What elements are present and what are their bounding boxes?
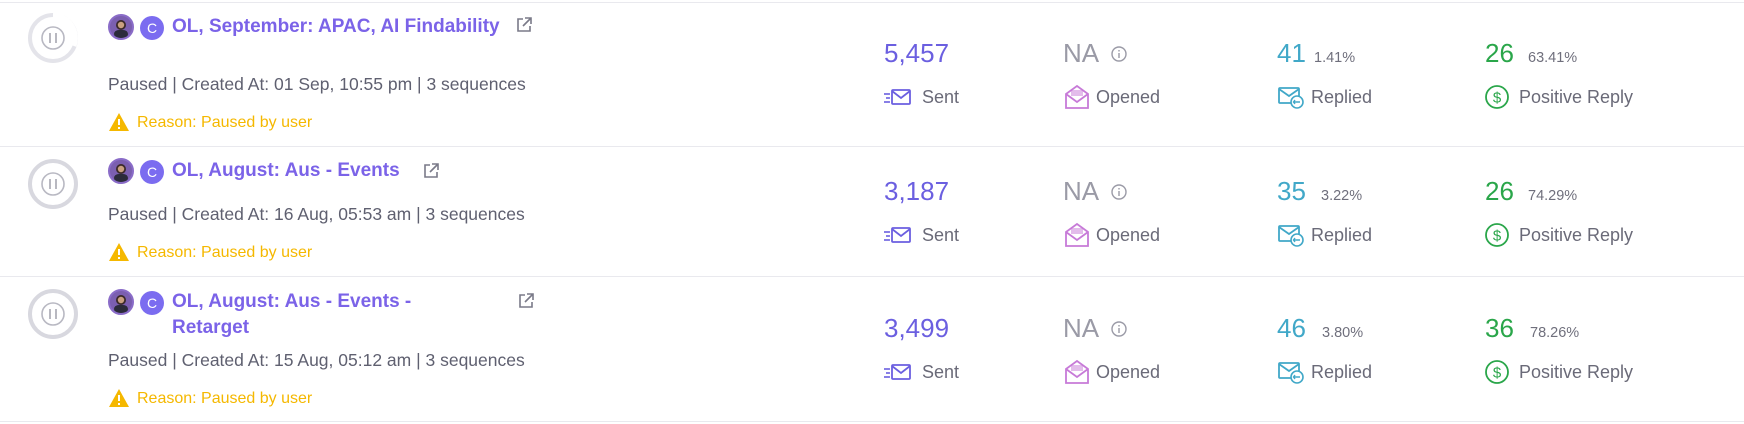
svg-text:$: $ [1493, 90, 1502, 107]
avatar [108, 158, 134, 184]
campaign-header: C OL, August: Aus - Events - Retarget [108, 289, 548, 341]
sent-label: Sent [922, 225, 960, 245]
warning-icon [109, 243, 129, 261]
replied-label: Replied [1311, 362, 1373, 382]
channel-badge: C [140, 160, 164, 184]
sent-icon [884, 364, 911, 380]
pause-reason-text: Reason: Paused by user [137, 390, 313, 407]
campaign-title[interactable]: OL, August: Aus - Events - Retarget [172, 289, 442, 341]
row-divider [0, 2, 1744, 3]
channel-badge: C [140, 291, 164, 315]
warning-icon [109, 389, 129, 407]
positive-percent: 74.29% [1528, 188, 1578, 204]
campaign-title[interactable]: OL, August: Aus - Events [172, 158, 400, 184]
row-divider [0, 146, 1744, 147]
replied-count: 35 [1277, 176, 1306, 206]
pause-reason-text: Reason: Paused by user [137, 114, 313, 131]
sent-icon [884, 89, 911, 105]
opened-count: NA [1063, 176, 1100, 206]
positive-count: 26 [1485, 38, 1514, 68]
replied-label: Replied [1311, 225, 1373, 245]
opened-count: NA [1063, 38, 1100, 68]
positive-percent: 78.26% [1530, 325, 1580, 341]
avatar [108, 14, 134, 40]
external-link-icon[interactable] [515, 16, 533, 34]
svg-text:$: $ [1493, 228, 1502, 245]
replied-count: 46 [1277, 313, 1306, 343]
replied-percent: 1.41% [1314, 50, 1356, 66]
campaign-header: C OL, August: Aus - Events [108, 158, 548, 186]
opened-count: NA [1063, 313, 1100, 343]
dollar-icon: $ [1485, 360, 1509, 384]
campaign-meta: Paused | Created At: 16 Aug, 05:53 am | … [108, 204, 525, 224]
opened-icon [1065, 222, 1089, 247]
info-icon[interactable] [1111, 321, 1127, 337]
sent-count: 5,457 [884, 38, 950, 68]
sent-count: 3,499 [884, 313, 950, 343]
row-divider [0, 276, 1744, 277]
replied-percent: 3.80% [1322, 325, 1364, 341]
opened-icon [1065, 359, 1089, 384]
opened-label: Opened [1096, 225, 1161, 245]
campaign-meta: Paused | Created At: 15 Aug, 05:12 am | … [108, 350, 525, 370]
warning-icon [109, 113, 129, 131]
positive-count: 26 [1485, 176, 1514, 206]
external-link-icon[interactable] [517, 292, 535, 310]
pause-progress-icon[interactable] [26, 157, 80, 211]
replied-icon [1278, 87, 1304, 109]
campaign-title[interactable]: OL, September: APAC, AI Findability [172, 14, 512, 40]
positive-label: Positive Reply [1519, 87, 1634, 107]
channel-badge: C [140, 16, 164, 40]
sent-label: Sent [922, 362, 960, 382]
replied-count: 41 [1277, 38, 1306, 68]
campaign-header: C OL, September: APAC, AI Findability [108, 14, 548, 66]
row-divider [0, 421, 1744, 422]
dollar-icon: $ [1485, 223, 1509, 247]
pause-progress-icon[interactable] [26, 287, 80, 341]
campaign-list: C OL, September: APAC, AI Findability Pa… [0, 0, 1744, 424]
replied-icon [1278, 225, 1304, 247]
replied-percent: 3.22% [1321, 188, 1363, 204]
sent-label: Sent [922, 87, 960, 107]
sent-icon [884, 227, 911, 243]
pause-progress-icon[interactable] [26, 11, 80, 65]
pause-reason-text: Reason: Paused by user [137, 244, 313, 261]
positive-label: Positive Reply [1519, 362, 1634, 382]
campaign-meta: Paused | Created At: 01 Sep, 10:55 pm | … [108, 74, 526, 94]
replied-icon [1278, 362, 1304, 384]
info-icon[interactable] [1111, 46, 1127, 62]
opened-label: Opened [1096, 362, 1161, 382]
avatar [108, 289, 134, 315]
positive-label: Positive Reply [1519, 225, 1634, 245]
opened-label: Opened [1096, 87, 1161, 107]
info-icon[interactable] [1111, 184, 1127, 200]
replied-label: Replied [1311, 87, 1373, 107]
svg-text:$: $ [1493, 365, 1502, 382]
positive-count: 36 [1485, 313, 1514, 343]
external-link-icon[interactable] [422, 162, 440, 180]
dollar-icon: $ [1485, 85, 1509, 109]
sent-count: 3,187 [884, 176, 950, 206]
opened-icon [1065, 84, 1089, 109]
positive-percent: 63.41% [1528, 50, 1578, 66]
